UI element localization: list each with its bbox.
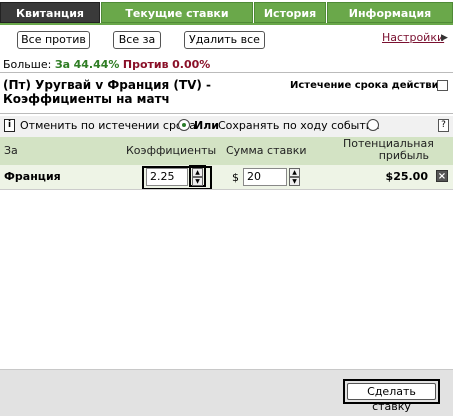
bet-title: (Пт) Уругвай v Франция (TV) - Коэффициен… [3,78,212,106]
odds-stepper[interactable]: ▲ ▼ [192,168,203,186]
bet-stats: Больше: За 44.44% Против 0.00% [3,58,210,71]
col-odds: Коэффициенты [126,144,217,157]
stats-for-label: За [54,58,71,71]
help-icon[interactable]: ? [438,119,449,132]
submit-highlight: Сделать ставку [343,379,440,413]
tab-bar: Квитанция Текущие ставки История Информа… [0,0,453,25]
potential-profit: $25.00 [385,170,428,183]
stake-input[interactable]: 20 [243,168,287,186]
divider [0,189,453,190]
cancel-option-label: Отменить по истечении срока [20,119,197,132]
expiry-label: Истечение срока действия: [290,80,450,91]
tab-underline [0,23,453,25]
or-label: Или [194,119,219,132]
col-stake: Сумма ставки [226,144,307,157]
expiry-checkbox[interactable] [437,80,448,91]
arrow-up-icon[interactable]: ▲ [192,168,203,177]
tab-info[interactable]: Информация [327,2,453,23]
stats-against-label: Против [122,58,169,71]
table-row: Франция 2.25 ▲ ▼ $ 20 ▲ ▼ $25.00 × [0,165,453,190]
remove-all-button[interactable]: Удалить все [184,31,265,49]
keep-option-label: Сохранять по ходу события [218,119,380,132]
arrow-up-icon[interactable]: ▲ [289,168,300,177]
tab-history[interactable]: История [254,2,326,23]
arrow-down-icon[interactable]: ▼ [289,177,300,186]
cancel-option-radio[interactable] [178,119,190,131]
stats-for-value: 44.44% [73,58,120,71]
chevron-right-icon: ▶ [441,33,448,43]
selection-name: Франция [4,170,61,183]
place-bet-button[interactable]: Сделать ставку [347,383,436,413]
stake-stepper[interactable]: ▲ ▼ [289,168,300,186]
bet-table-header: За Коэффициенты Сумма ставки Потенциальн… [0,137,453,165]
odds-input[interactable]: 2.25 [146,168,188,186]
divider [0,113,453,114]
col-profit: Потенциальная прибыль [343,137,434,162]
divider [0,72,453,73]
info-icon[interactable]: i [4,119,15,132]
settings-link[interactable]: Настройки [382,31,444,44]
footer-bar: Сделать ставку [0,369,453,416]
keep-option-radio[interactable] [367,119,379,131]
arrow-down-icon[interactable]: ▼ [192,177,203,186]
all-for-button[interactable]: Все за [113,31,161,49]
tab-receipt[interactable]: Квитанция [0,2,100,23]
all-against-button[interactable]: Все против [17,31,90,49]
tab-current-bets[interactable]: Текущие ставки [101,2,253,23]
remove-bet-icon[interactable]: × [436,170,448,182]
stats-against-value: 0.00% [172,58,211,71]
persistence-options: i Отменить по истечении срока Или Сохран… [0,116,453,137]
col-for: За [4,144,18,157]
stats-more-label: Больше: [3,58,52,71]
currency-symbol: $ [232,171,239,184]
